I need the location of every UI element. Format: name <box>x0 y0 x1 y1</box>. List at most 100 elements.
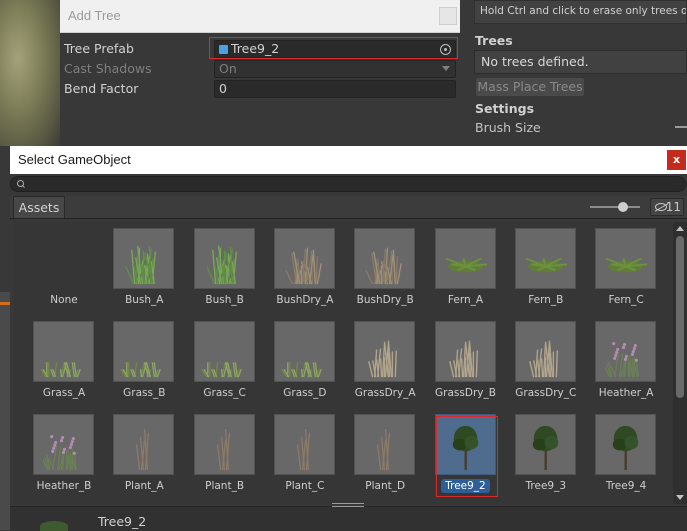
asset-item-label: Fern_B <box>504 294 588 306</box>
asset-item-name: Tree9_3 <box>525 480 567 492</box>
tab-assets[interactable]: Assets <box>13 196 65 218</box>
bush-thumbnail-icon[interactable] <box>193 228 255 289</box>
asset-item-label: Grass_D <box>263 387 347 399</box>
asset-grid-scrollbar[interactable] <box>673 222 687 504</box>
asset-item[interactable]: BushDry_B <box>343 224 423 316</box>
picker-tab-bar: Assets 11 <box>10 196 687 219</box>
search-input[interactable] <box>10 176 686 192</box>
scene-view-edge <box>0 292 10 530</box>
scrollbar-thumb[interactable] <box>676 236 684 398</box>
search-icon <box>17 180 24 187</box>
grassdry-thumbnail-icon[interactable] <box>514 321 576 382</box>
asset-item[interactable]: Bush_A <box>102 224 182 316</box>
dry-thumbnail-icon[interactable] <box>354 228 416 289</box>
fern-thumbnail-icon[interactable] <box>595 228 657 289</box>
hidden-packages-count: 11 <box>665 200 681 214</box>
asset-item[interactable]: Fern_B <box>504 224 584 316</box>
picker-close-button[interactable]: x <box>667 150 686 170</box>
dry-thumbnail-icon[interactable] <box>273 228 335 289</box>
thumbnail-size-slider-handle[interactable] <box>618 202 628 212</box>
asset-item[interactable]: Heather_B <box>22 410 102 502</box>
tree-thumbnail-icon[interactable] <box>434 414 496 475</box>
asset-item[interactable]: Plant_B <box>183 410 263 502</box>
asset-item-name: Bush_A <box>125 294 164 306</box>
hidden-packages-toggle[interactable]: 11 <box>650 198 684 216</box>
cast-shadows-dropdown[interactable]: On <box>214 60 456 78</box>
plant-thumbnail-icon[interactable] <box>193 414 255 475</box>
fern-thumbnail-icon[interactable] <box>514 228 576 289</box>
asset-item[interactable]: Grass_C <box>183 317 263 409</box>
add-tree-close-button[interactable] <box>439 7 457 25</box>
add-tree-titlebar: Add Tree <box>60 0 460 33</box>
asset-item[interactable]: Fern_A <box>424 224 504 316</box>
mass-place-trees-button[interactable]: Mass Place Trees <box>476 78 584 96</box>
asset-item[interactable]: Plant_D <box>343 410 423 502</box>
picker-titlebar: Select GameObject x <box>10 146 687 174</box>
asset-item-label: BushDry_A <box>263 294 347 306</box>
asset-item-name: GrassDry_B <box>435 387 496 399</box>
asset-item-name: Bush_B <box>205 294 244 306</box>
asset-item-label: BushDry_B <box>343 294 427 306</box>
asset-item[interactable]: GrassDry_A <box>343 317 423 409</box>
asset-grid: None Bush_A Bush_B BushDry_A BushDry_B Fern_A… <box>14 222 674 504</box>
preview-resize-handle[interactable] <box>332 503 364 507</box>
asset-item-name: Plant_A <box>124 480 164 492</box>
terrain-inspector-panel: Hold Ctrl and click to erase only trees … <box>470 0 687 146</box>
plant-thumbnail-icon[interactable] <box>113 414 175 475</box>
grassdry-thumbnail-icon[interactable] <box>354 321 416 382</box>
asset-item[interactable]: Bush_B <box>183 224 263 316</box>
asset-item-name: Heather_A <box>598 387 654 399</box>
asset-item-label: Fern_A <box>424 294 508 306</box>
asset-item[interactable]: Tree9_4 <box>584 410 664 502</box>
plant-thumbnail-icon[interactable] <box>354 414 416 475</box>
tree-thumbnail-icon[interactable] <box>514 414 576 475</box>
chevron-down-icon <box>442 66 450 71</box>
grassdry-thumbnail-icon[interactable] <box>434 321 496 382</box>
asset-item-name: Plant_B <box>205 480 245 492</box>
fern-thumbnail-icon[interactable] <box>434 228 496 289</box>
asset-item-label: Heather_A <box>584 387 668 399</box>
asset-item[interactable]: Heather_A <box>584 317 664 409</box>
asset-item[interactable]: Plant_C <box>263 410 343 502</box>
grass-thumbnail-icon[interactable] <box>193 321 255 382</box>
scene-view-background <box>0 0 60 146</box>
asset-item-label: Grass_B <box>102 387 186 399</box>
bush-thumbnail-icon[interactable] <box>113 228 175 289</box>
asset-item-label: GrassDry_B <box>424 387 508 399</box>
asset-item-name: BushDry_B <box>356 294 414 306</box>
grass-thumbnail-icon[interactable] <box>273 321 335 382</box>
asset-item[interactable]: GrassDry_C <box>504 317 584 409</box>
none-thumbnail[interactable] <box>33 228 94 289</box>
add-tree-title: Add Tree <box>68 8 121 23</box>
tree-prefab-label: Tree Prefab <box>64 41 134 56</box>
asset-item[interactable]: Tree9_2 <box>424 410 504 502</box>
asset-item[interactable]: Tree9_3 <box>504 410 584 502</box>
asset-item[interactable]: Plant_A <box>102 410 182 502</box>
grass-thumbnail-icon[interactable] <box>33 321 94 382</box>
asset-item[interactable]: None <box>22 224 102 316</box>
heather-thumbnail-icon[interactable] <box>33 414 94 475</box>
asset-item-name: Fern_A <box>447 294 484 306</box>
trees-header: Trees <box>475 33 513 48</box>
asset-item-name: Tree9_4 <box>605 480 647 492</box>
asset-item-name: Fern_B <box>528 294 564 306</box>
plant-thumbnail-icon[interactable] <box>273 414 335 475</box>
asset-item[interactable]: Grass_A <box>22 317 102 409</box>
thumbnail-size-slider[interactable] <box>590 206 640 208</box>
scroll-down-icon[interactable] <box>676 495 684 500</box>
asset-item[interactable]: Fern_C <box>584 224 664 316</box>
asset-item[interactable]: GrassDry_B <box>424 317 504 409</box>
grass-thumbnail-icon[interactable] <box>113 321 175 382</box>
asset-item-label: None <box>22 294 106 306</box>
scroll-up-icon[interactable] <box>676 226 684 231</box>
brush-size-slider[interactable] <box>675 126 687 128</box>
tree-thumbnail-icon[interactable] <box>595 414 657 475</box>
asset-item-label: Grass_C <box>183 387 267 399</box>
asset-item-label: Grass_A <box>22 387 106 399</box>
asset-item[interactable]: Grass_D <box>263 317 343 409</box>
asset-item[interactable]: Grass_B <box>102 317 182 409</box>
bend-factor-field[interactable]: 0 <box>214 80 456 98</box>
asset-item[interactable]: BushDry_A <box>263 224 343 316</box>
asset-item-name: Fern_C <box>608 294 644 306</box>
heather-thumbnail-icon[interactable] <box>595 321 657 382</box>
